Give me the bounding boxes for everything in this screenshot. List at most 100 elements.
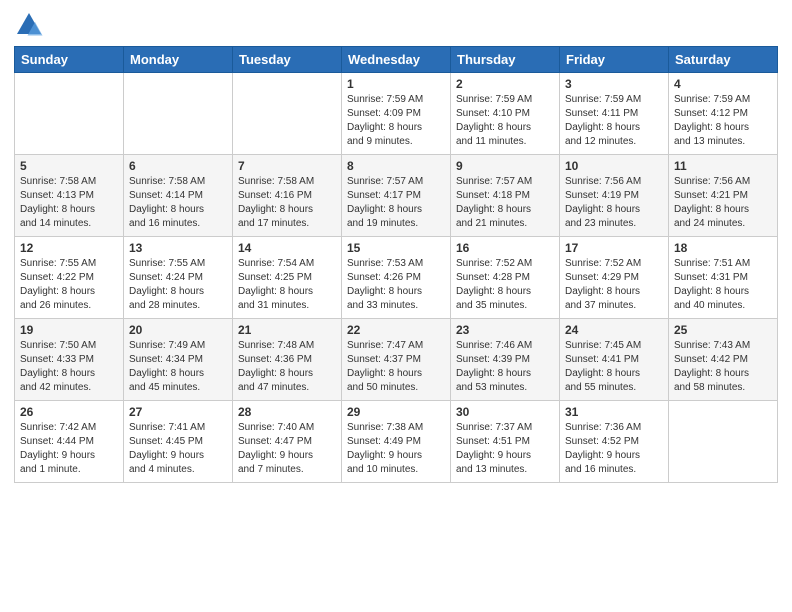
- page-container: SundayMondayTuesdayWednesdayThursdayFrid…: [0, 0, 792, 493]
- day-cell: 28 Sunrise: 7:40 AM Sunset: 4:47 PM Dayli…: [233, 401, 342, 483]
- day-cell: 19 Sunrise: 7:50 AM Sunset: 4:33 PM Dayli…: [15, 319, 124, 401]
- day-number: 17: [565, 241, 663, 255]
- day-header-saturday: Saturday: [669, 47, 778, 73]
- day-number: 14: [238, 241, 336, 255]
- day-number: 4: [674, 77, 772, 91]
- calendar-table: SundayMondayTuesdayWednesdayThursdayFrid…: [14, 46, 778, 483]
- day-detail: Sunrise: 7:57 AM Sunset: 4:18 PM Dayligh…: [456, 175, 554, 231]
- day-number: 1: [347, 77, 445, 91]
- day-number: 27: [129, 405, 227, 419]
- day-cell: 12 Sunrise: 7:55 AM Sunset: 4:22 PM Dayli…: [15, 237, 124, 319]
- day-number: 23: [456, 323, 554, 337]
- day-detail: Sunrise: 7:56 AM Sunset: 4:21 PM Dayligh…: [674, 175, 772, 231]
- day-cell: 4 Sunrise: 7:59 AM Sunset: 4:12 PM Daylig…: [669, 73, 778, 155]
- day-cell: 16Sunrise: 7:52 AM Sunset: 4:28 PM Dayli…: [451, 237, 560, 319]
- day-cell: 24Sunrise: 7:45 AM Sunset: 4:41 PM Dayli…: [560, 319, 669, 401]
- day-cell: 27Sunrise: 7:41 AM Sunset: 4:45 PM Dayli…: [124, 401, 233, 483]
- day-number: 11: [674, 159, 772, 173]
- day-number: 20: [129, 323, 227, 337]
- header: [14, 10, 778, 40]
- day-detail: Sunrise: 7:56 AM Sunset: 4:19 PM Dayligh…: [565, 175, 663, 231]
- day-number: 21: [238, 323, 336, 337]
- day-cell: 17 Sunrise: 7:52 AM Sunset: 4:29 PM Dayli…: [560, 237, 669, 319]
- day-number: 8: [347, 159, 445, 173]
- day-number: 25: [674, 323, 772, 337]
- day-cell: 10 Sunrise: 7:56 AM Sunset: 4:19 PM Dayli…: [560, 155, 669, 237]
- header-row: SundayMondayTuesdayWednesdayThursdayFrid…: [15, 47, 778, 73]
- week-row-5: 26 Sunrise: 7:42 AM Sunset: 4:44 PM Dayli…: [15, 401, 778, 483]
- day-detail: Sunrise: 7:58 AM Sunset: 4:14 PM Dayligh…: [129, 175, 227, 231]
- day-detail: Sunrise: 7:46 AM Sunset: 4:39 PM Dayligh…: [456, 339, 554, 395]
- day-cell: 31 Sunrise: 7:36 AM Sunset: 4:52 PM Dayli…: [560, 401, 669, 483]
- day-header-thursday: Thursday: [451, 47, 560, 73]
- day-number: 10: [565, 159, 663, 173]
- day-cell: 9Sunrise: 7:57 AM Sunset: 4:18 PM Daylig…: [451, 155, 560, 237]
- day-cell: 30 Sunrise: 7:37 AM Sunset: 4:51 PM Dayli…: [451, 401, 560, 483]
- day-detail: Sunrise: 7:47 AM Sunset: 4:37 PM Dayligh…: [347, 339, 445, 395]
- day-detail: Sunrise: 7:57 AM Sunset: 4:17 PM Dayligh…: [347, 175, 445, 231]
- day-cell: 3 Sunrise: 7:59 AM Sunset: 4:11 PM Daylig…: [560, 73, 669, 155]
- day-detail: Sunrise: 7:38 AM Sunset: 4:49 PM Dayligh…: [347, 421, 445, 477]
- day-detail: Sunrise: 7:49 AM Sunset: 4:34 PM Dayligh…: [129, 339, 227, 395]
- day-cell: 14 Sunrise: 7:54 AM Sunset: 4:25 PM Dayli…: [233, 237, 342, 319]
- day-detail: Sunrise: 7:55 AM Sunset: 4:22 PM Dayligh…: [20, 257, 118, 313]
- day-detail: Sunrise: 7:58 AM Sunset: 4:13 PM Dayligh…: [20, 175, 118, 231]
- day-cell: 11 Sunrise: 7:56 AM Sunset: 4:21 PM Dayli…: [669, 155, 778, 237]
- day-detail: Sunrise: 7:59 AM Sunset: 4:11 PM Dayligh…: [565, 93, 663, 149]
- week-row-2: 5 Sunrise: 7:58 AM Sunset: 4:13 PM Daylig…: [15, 155, 778, 237]
- day-number: 3: [565, 77, 663, 91]
- day-cell: 8 Sunrise: 7:57 AM Sunset: 4:17 PM Daylig…: [342, 155, 451, 237]
- day-number: 2: [456, 77, 554, 91]
- day-cell: 23 Sunrise: 7:46 AM Sunset: 4:39 PM Dayli…: [451, 319, 560, 401]
- day-number: 28: [238, 405, 336, 419]
- week-row-1: 1 Sunrise: 7:59 AM Sunset: 4:09 PM Daylig…: [15, 73, 778, 155]
- day-cell: [233, 73, 342, 155]
- day-cell: 26 Sunrise: 7:42 AM Sunset: 4:44 PM Dayli…: [15, 401, 124, 483]
- day-detail: Sunrise: 7:59 AM Sunset: 4:10 PM Dayligh…: [456, 93, 554, 149]
- day-detail: Sunrise: 7:59 AM Sunset: 4:09 PM Dayligh…: [347, 93, 445, 149]
- day-detail: Sunrise: 7:40 AM Sunset: 4:47 PM Dayligh…: [238, 421, 336, 477]
- day-cell: 15 Sunrise: 7:53 AM Sunset: 4:26 PM Dayli…: [342, 237, 451, 319]
- day-number: 19: [20, 323, 118, 337]
- day-detail: Sunrise: 7:48 AM Sunset: 4:36 PM Dayligh…: [238, 339, 336, 395]
- day-detail: Sunrise: 7:52 AM Sunset: 4:28 PM Dayligh…: [456, 257, 554, 313]
- day-cell: 18Sunrise: 7:51 AM Sunset: 4:31 PM Dayli…: [669, 237, 778, 319]
- day-cell: 2 Sunrise: 7:59 AM Sunset: 4:10 PM Daylig…: [451, 73, 560, 155]
- day-number: 5: [20, 159, 118, 173]
- day-header-wednesday: Wednesday: [342, 47, 451, 73]
- day-detail: Sunrise: 7:55 AM Sunset: 4:24 PM Dayligh…: [129, 257, 227, 313]
- day-number: 30: [456, 405, 554, 419]
- logo: [14, 10, 48, 40]
- day-number: 26: [20, 405, 118, 419]
- day-detail: Sunrise: 7:42 AM Sunset: 4:44 PM Dayligh…: [20, 421, 118, 477]
- day-number: 6: [129, 159, 227, 173]
- day-detail: Sunrise: 7:51 AM Sunset: 4:31 PM Dayligh…: [674, 257, 772, 313]
- day-number: 29: [347, 405, 445, 419]
- day-detail: Sunrise: 7:36 AM Sunset: 4:52 PM Dayligh…: [565, 421, 663, 477]
- day-number: 31: [565, 405, 663, 419]
- logo-icon: [14, 10, 44, 40]
- day-header-sunday: Sunday: [15, 47, 124, 73]
- day-number: 13: [129, 241, 227, 255]
- day-cell: 7 Sunrise: 7:58 AM Sunset: 4:16 PM Daylig…: [233, 155, 342, 237]
- day-number: 7: [238, 159, 336, 173]
- day-detail: Sunrise: 7:37 AM Sunset: 4:51 PM Dayligh…: [456, 421, 554, 477]
- day-detail: Sunrise: 7:54 AM Sunset: 4:25 PM Dayligh…: [238, 257, 336, 313]
- day-header-friday: Friday: [560, 47, 669, 73]
- day-number: 15: [347, 241, 445, 255]
- day-detail: Sunrise: 7:58 AM Sunset: 4:16 PM Dayligh…: [238, 175, 336, 231]
- day-cell: 29 Sunrise: 7:38 AM Sunset: 4:49 PM Dayli…: [342, 401, 451, 483]
- day-detail: Sunrise: 7:53 AM Sunset: 4:26 PM Dayligh…: [347, 257, 445, 313]
- day-cell: 6 Sunrise: 7:58 AM Sunset: 4:14 PM Daylig…: [124, 155, 233, 237]
- day-number: 12: [20, 241, 118, 255]
- day-cell: 1 Sunrise: 7:59 AM Sunset: 4:09 PM Daylig…: [342, 73, 451, 155]
- day-cell: 5 Sunrise: 7:58 AM Sunset: 4:13 PM Daylig…: [15, 155, 124, 237]
- day-header-monday: Monday: [124, 47, 233, 73]
- day-detail: Sunrise: 7:50 AM Sunset: 4:33 PM Dayligh…: [20, 339, 118, 395]
- day-detail: Sunrise: 7:59 AM Sunset: 4:12 PM Dayligh…: [674, 93, 772, 149]
- day-detail: Sunrise: 7:52 AM Sunset: 4:29 PM Dayligh…: [565, 257, 663, 313]
- day-header-tuesday: Tuesday: [233, 47, 342, 73]
- day-detail: Sunrise: 7:45 AM Sunset: 4:41 PM Dayligh…: [565, 339, 663, 395]
- day-cell: [669, 401, 778, 483]
- day-number: 22: [347, 323, 445, 337]
